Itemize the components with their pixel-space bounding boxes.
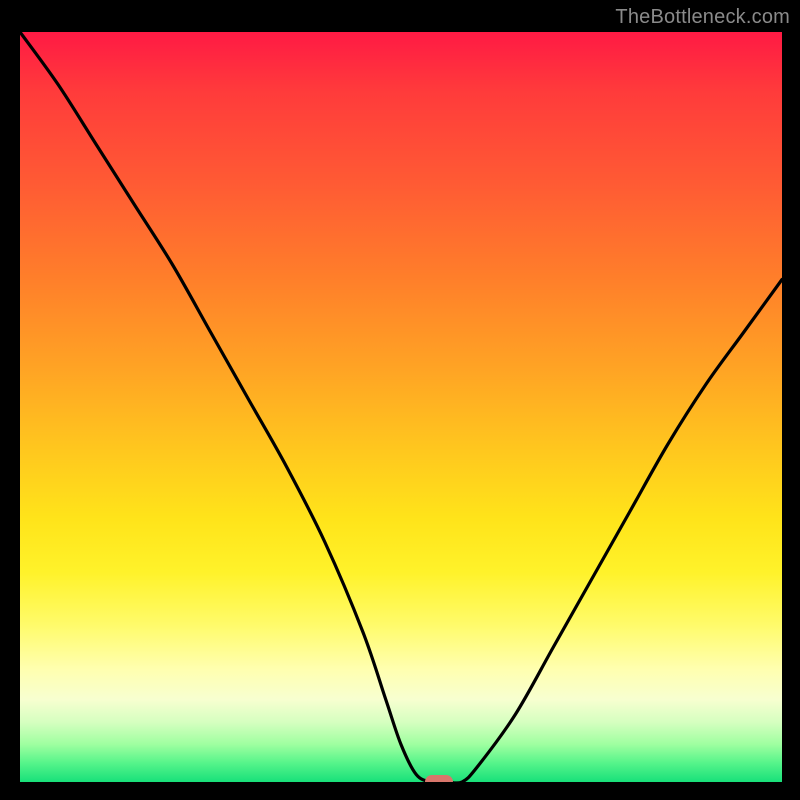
chart-frame: TheBottleneck.com [0, 0, 800, 800]
plot-area [20, 32, 782, 782]
bottleneck-curve [20, 32, 782, 782]
optimal-point-marker [425, 775, 453, 782]
watermark-text: TheBottleneck.com [615, 6, 790, 29]
